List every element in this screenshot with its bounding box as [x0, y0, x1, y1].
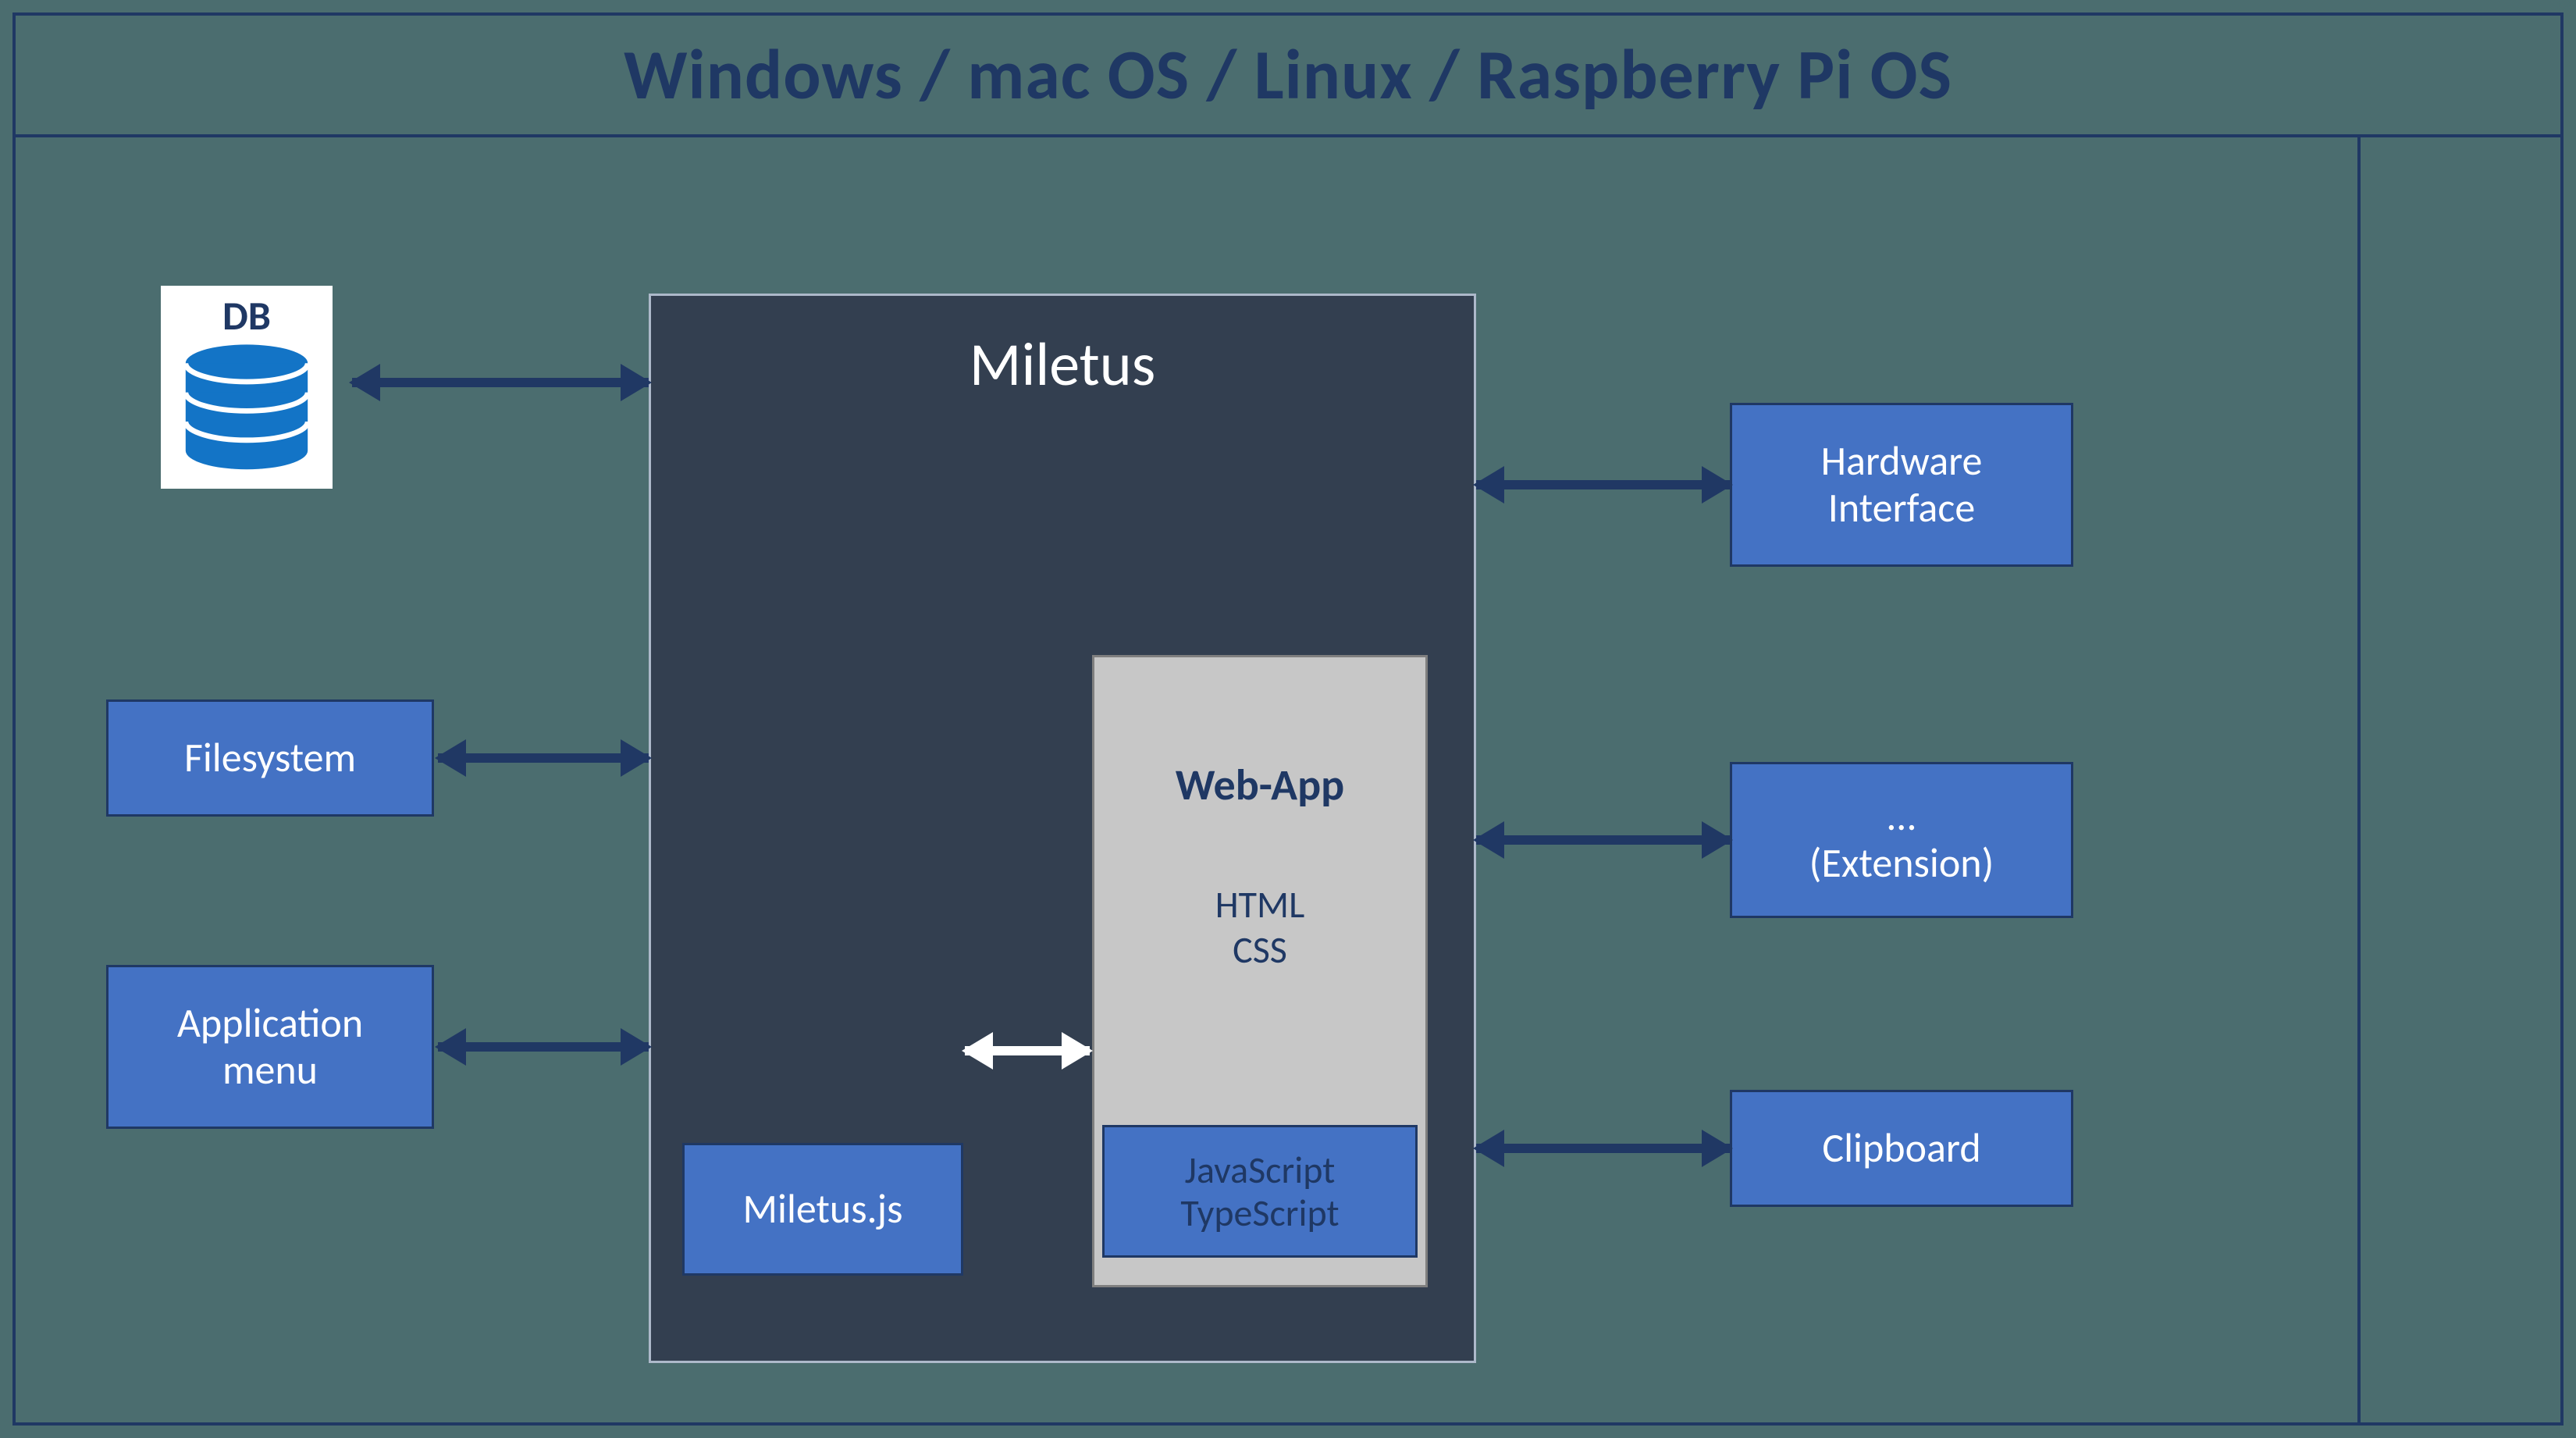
miletus-title: Miletus — [651, 327, 1474, 401]
title-bar: Windows / mac OS / Linux / Raspberry Pi … — [12, 12, 2564, 137]
database-icon — [180, 342, 313, 488]
webapp-sub: HTML CSS — [1094, 882, 1425, 972]
diagram-body: DB Filesystem Application menu Hardware … — [12, 137, 2564, 1426]
db-node: DB — [161, 286, 333, 489]
webapp-script-box: JavaScript TypeScript — [1102, 1125, 1418, 1258]
db-label: DB — [222, 290, 271, 340]
miletus-container: Miletus Web-App HTML CSS JavaScript Type… — [649, 294, 1476, 1363]
hardware-interface-node: Hardware Interface — [1730, 403, 2073, 567]
app-menu-node: Application menu — [106, 965, 434, 1129]
webapp-box: Web-App HTML CSS JavaScript TypeScript — [1092, 655, 1428, 1287]
miletus-js-box: Miletus.js — [682, 1143, 963, 1276]
filesystem-node: Filesystem — [106, 699, 434, 817]
right-divider — [2357, 137, 2361, 1426]
webapp-title: Web-App — [1094, 759, 1425, 812]
diagram-title: Windows / mac OS / Linux / Raspberry Pi … — [624, 32, 1952, 118]
extension-node: … (Extension) — [1730, 762, 2073, 918]
clipboard-node: Clipboard — [1730, 1090, 2073, 1207]
